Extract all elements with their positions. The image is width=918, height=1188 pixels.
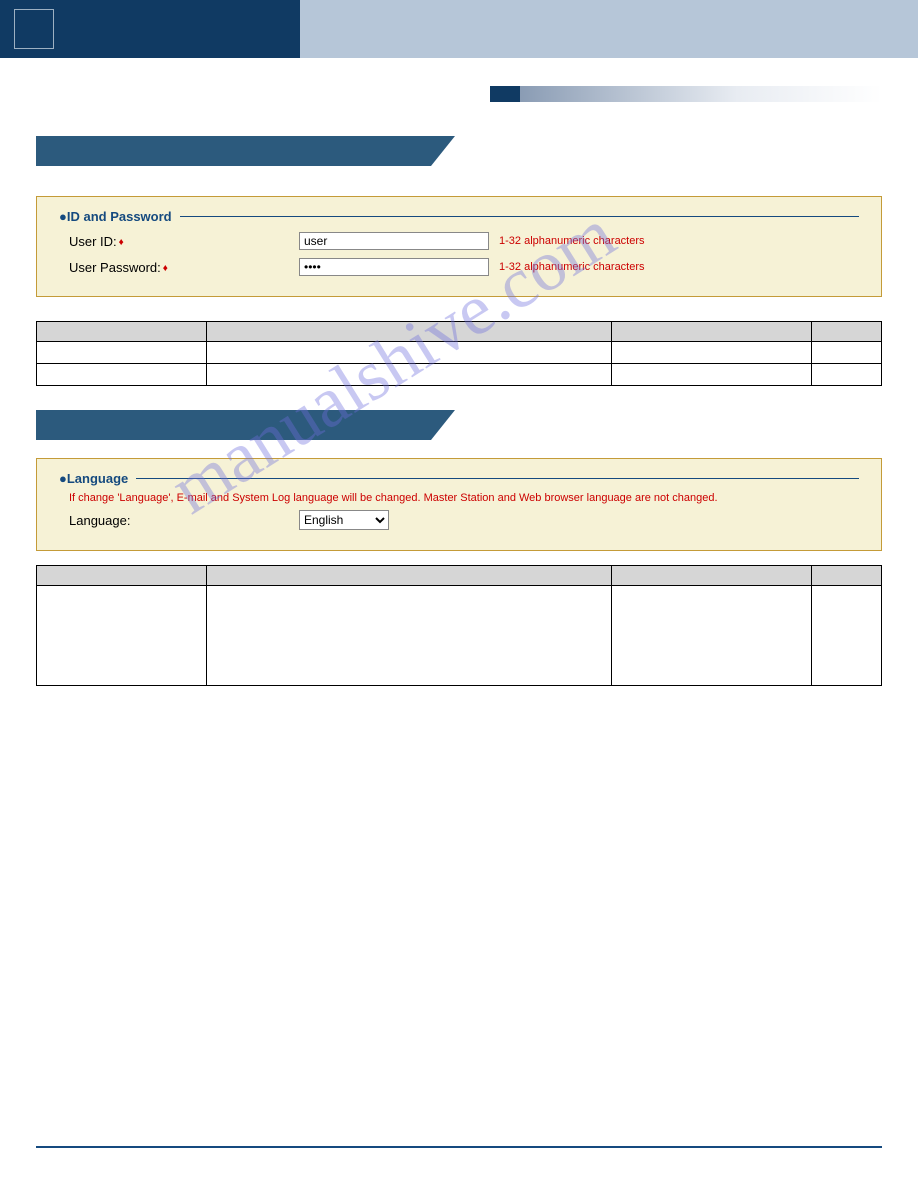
cell <box>37 586 207 686</box>
cell <box>812 342 882 364</box>
header-left-panel <box>0 0 300 58</box>
section-banner-shape <box>36 410 431 440</box>
user-id-input[interactable] <box>299 232 489 250</box>
legend-rule <box>180 216 859 217</box>
section-banner-idpw <box>36 136 882 166</box>
panel-legend-text: Language <box>67 471 128 486</box>
language-warning-text: If change 'Language', E-mail and System … <box>59 492 859 504</box>
th-entry <box>37 566 207 586</box>
header-right-panel <box>300 0 918 58</box>
hint-user-password: 1-32 alphanumeric characters <box>499 261 645 273</box>
subheader-gradient <box>520 86 882 102</box>
subheader-bar <box>490 86 882 102</box>
panel-legend-row: ●Language <box>59 471 859 486</box>
table-header-row <box>37 566 882 586</box>
th-description <box>207 566 612 586</box>
label-user-id: User ID:♦ <box>69 234 299 249</box>
table-language-params <box>36 565 882 686</box>
form-row-user-password: User Password:♦ 1-32 alphanumeric charac… <box>59 258 859 276</box>
th-setting <box>612 322 812 342</box>
table-row <box>37 586 882 686</box>
th-default <box>812 322 882 342</box>
page-content: ●ID and Password User ID:♦ 1-32 alphanum… <box>0 136 918 686</box>
label-user-password-text: User Password: <box>69 260 161 275</box>
section-banner-language <box>36 410 882 440</box>
legend-rule <box>136 478 859 479</box>
cell <box>207 342 612 364</box>
page-header <box>0 0 918 58</box>
user-password-input[interactable] <box>299 258 489 276</box>
cell <box>207 586 612 686</box>
subheader-accent <box>490 86 520 102</box>
language-select[interactable]: English <box>299 510 389 530</box>
section-banner-shape <box>36 136 431 166</box>
required-icon: ♦ <box>119 237 124 248</box>
table-header-row <box>37 322 882 342</box>
hint-user-id: 1-32 alphanumeric characters <box>499 235 645 247</box>
cell <box>207 364 612 386</box>
table-idpw-params <box>36 321 882 386</box>
footer-rule <box>36 1146 882 1148</box>
panel-legend-row: ●ID and Password <box>59 209 859 224</box>
cell <box>37 342 207 364</box>
panel-id-password: ●ID and Password User ID:♦ 1-32 alphanum… <box>36 196 882 297</box>
label-user-password: User Password:♦ <box>69 260 299 275</box>
form-row-language: Language: English <box>59 510 859 530</box>
panel-language: ●Language If change 'Language', E-mail a… <box>36 458 882 551</box>
th-entry <box>37 322 207 342</box>
th-description <box>207 322 612 342</box>
th-default <box>812 566 882 586</box>
required-icon: ♦ <box>163 263 168 274</box>
panel-legend-idpw: ●ID and Password <box>59 209 176 224</box>
cell <box>612 342 812 364</box>
cell <box>612 586 812 686</box>
bullet-icon: ● <box>59 209 67 224</box>
panel-legend-text: ID and Password <box>67 209 172 224</box>
bullet-icon: ● <box>59 471 67 486</box>
table-row <box>37 364 882 386</box>
label-language: Language: <box>69 513 299 528</box>
cell <box>812 586 882 686</box>
header-logo-placeholder <box>14 9 54 49</box>
th-setting <box>612 566 812 586</box>
cell <box>37 364 207 386</box>
label-user-id-text: User ID: <box>69 234 117 249</box>
form-row-user-id: User ID:♦ 1-32 alphanumeric characters <box>59 232 859 250</box>
cell <box>612 364 812 386</box>
table-row <box>37 342 882 364</box>
panel-legend-language: ●Language <box>59 471 132 486</box>
cell <box>812 364 882 386</box>
